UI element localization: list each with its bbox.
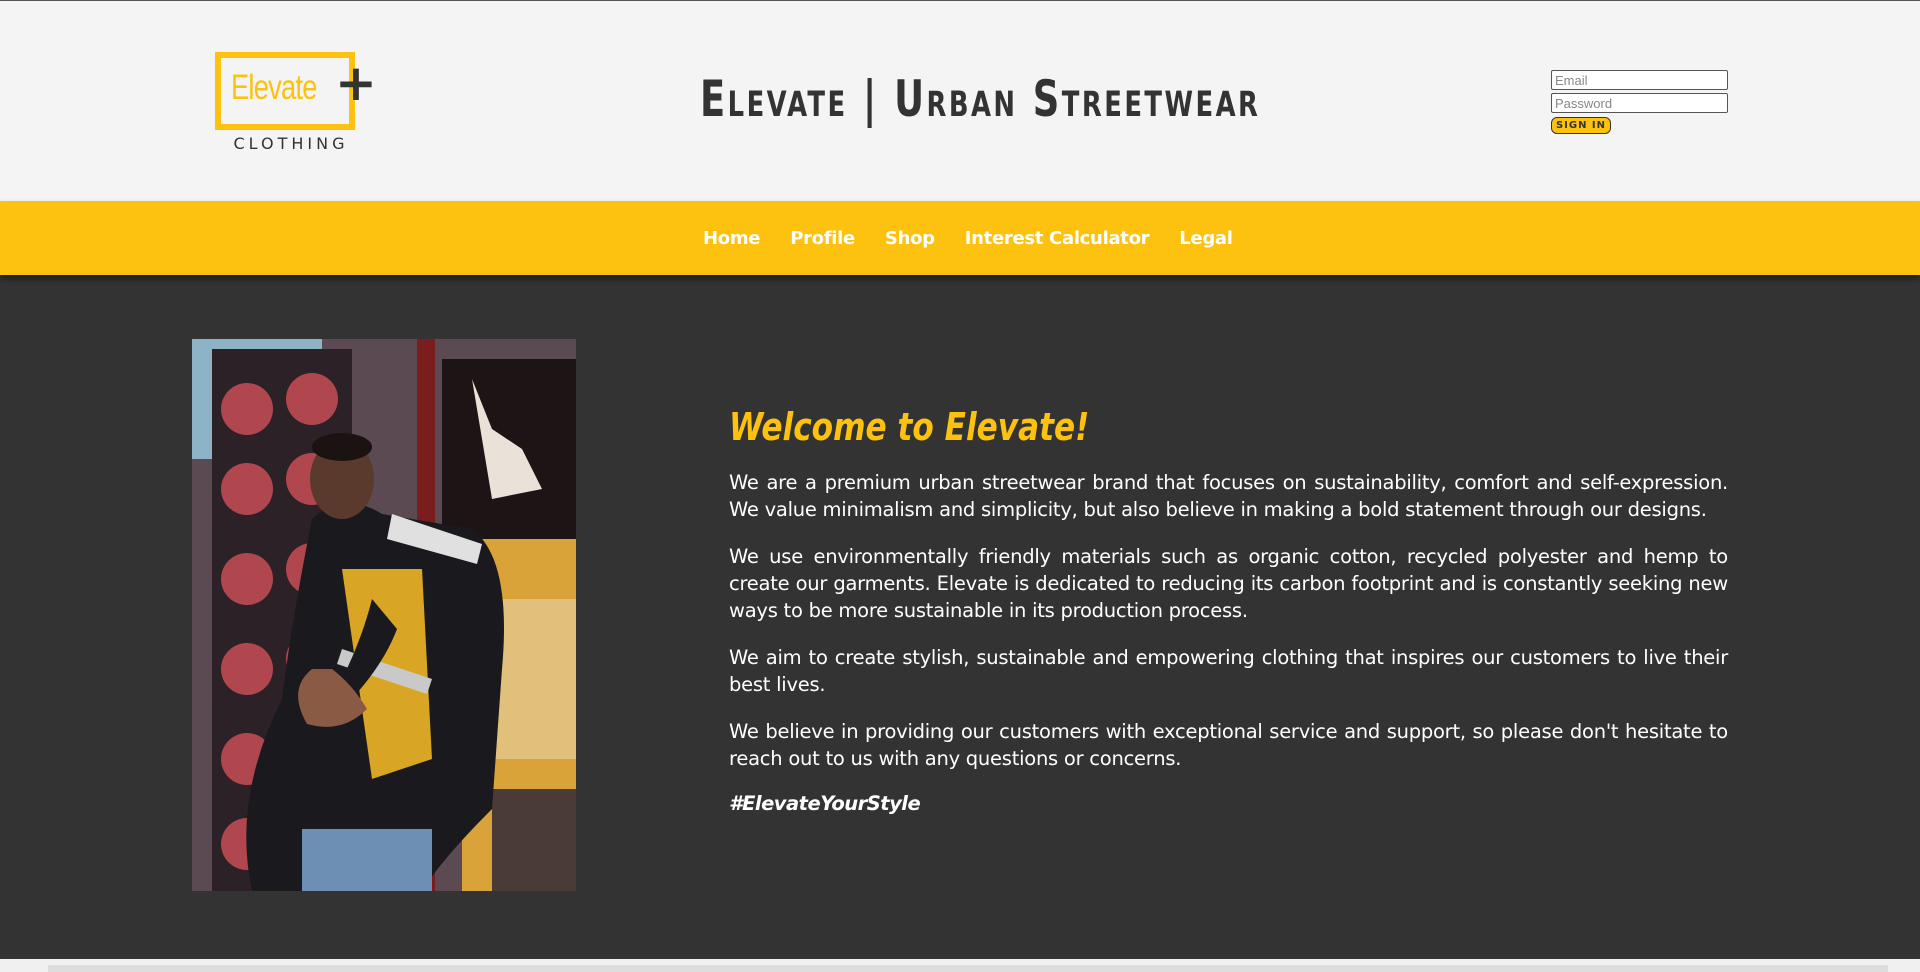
brand-logo[interactable]: Elevate + CLOTHING — [215, 52, 377, 157]
nav-item-interest-calculator[interactable]: Interest Calculator — [965, 228, 1150, 249]
sign-in-button[interactable]: SIGN IN — [1551, 117, 1611, 134]
logo-frame: Elevate — [215, 52, 355, 130]
mission-paragraph: We aim to create stylish, sustainable an… — [729, 646, 1728, 696]
streetwear-model-photo — [192, 339, 576, 891]
main-content: Welcome to Elevate! We are a premium urb… — [0, 275, 1920, 959]
site-title: Elevate | Urban Streetwear — [700, 70, 1261, 128]
photo-illustration — [192, 339, 576, 891]
footer-strip — [0, 959, 1920, 972]
nav-item-profile[interactable]: Profile — [790, 228, 855, 249]
email-field[interactable] — [1551, 70, 1728, 90]
nav-item-home[interactable]: Home — [703, 228, 761, 249]
welcome-section: Welcome to Elevate! We are a premium urb… — [729, 405, 1728, 815]
welcome-heading: Welcome to Elevate! — [729, 405, 1090, 449]
support-paragraph: We believe in providing our customers wi… — [729, 720, 1728, 770]
nav-item-legal[interactable]: Legal — [1179, 228, 1233, 249]
main-nav: Home Profile Shop Interest Calculator Le… — [0, 201, 1920, 275]
logo-word: Elevate — [231, 68, 317, 107]
horizontal-scrollbar[interactable] — [48, 965, 1888, 972]
logo-subtitle: CLOTHING — [233, 134, 349, 153]
brand-hashtag: #ElevateYourStyle — [729, 792, 921, 815]
nav-item-shop[interactable]: Shop — [885, 228, 935, 249]
login-form: SIGN IN — [1551, 70, 1729, 134]
password-field[interactable] — [1551, 93, 1728, 113]
nav-menu: Home Profile Shop Interest Calculator Le… — [703, 201, 1263, 275]
materials-paragraph: We use environmentally friendly material… — [729, 545, 1728, 622]
intro-paragraph: We are a premium urban streetwear brand … — [729, 471, 1728, 521]
logo-plus-icon: + — [335, 54, 377, 112]
site-header: Elevate + CLOTHING Elevate | Urban Stree… — [0, 1, 1920, 201]
